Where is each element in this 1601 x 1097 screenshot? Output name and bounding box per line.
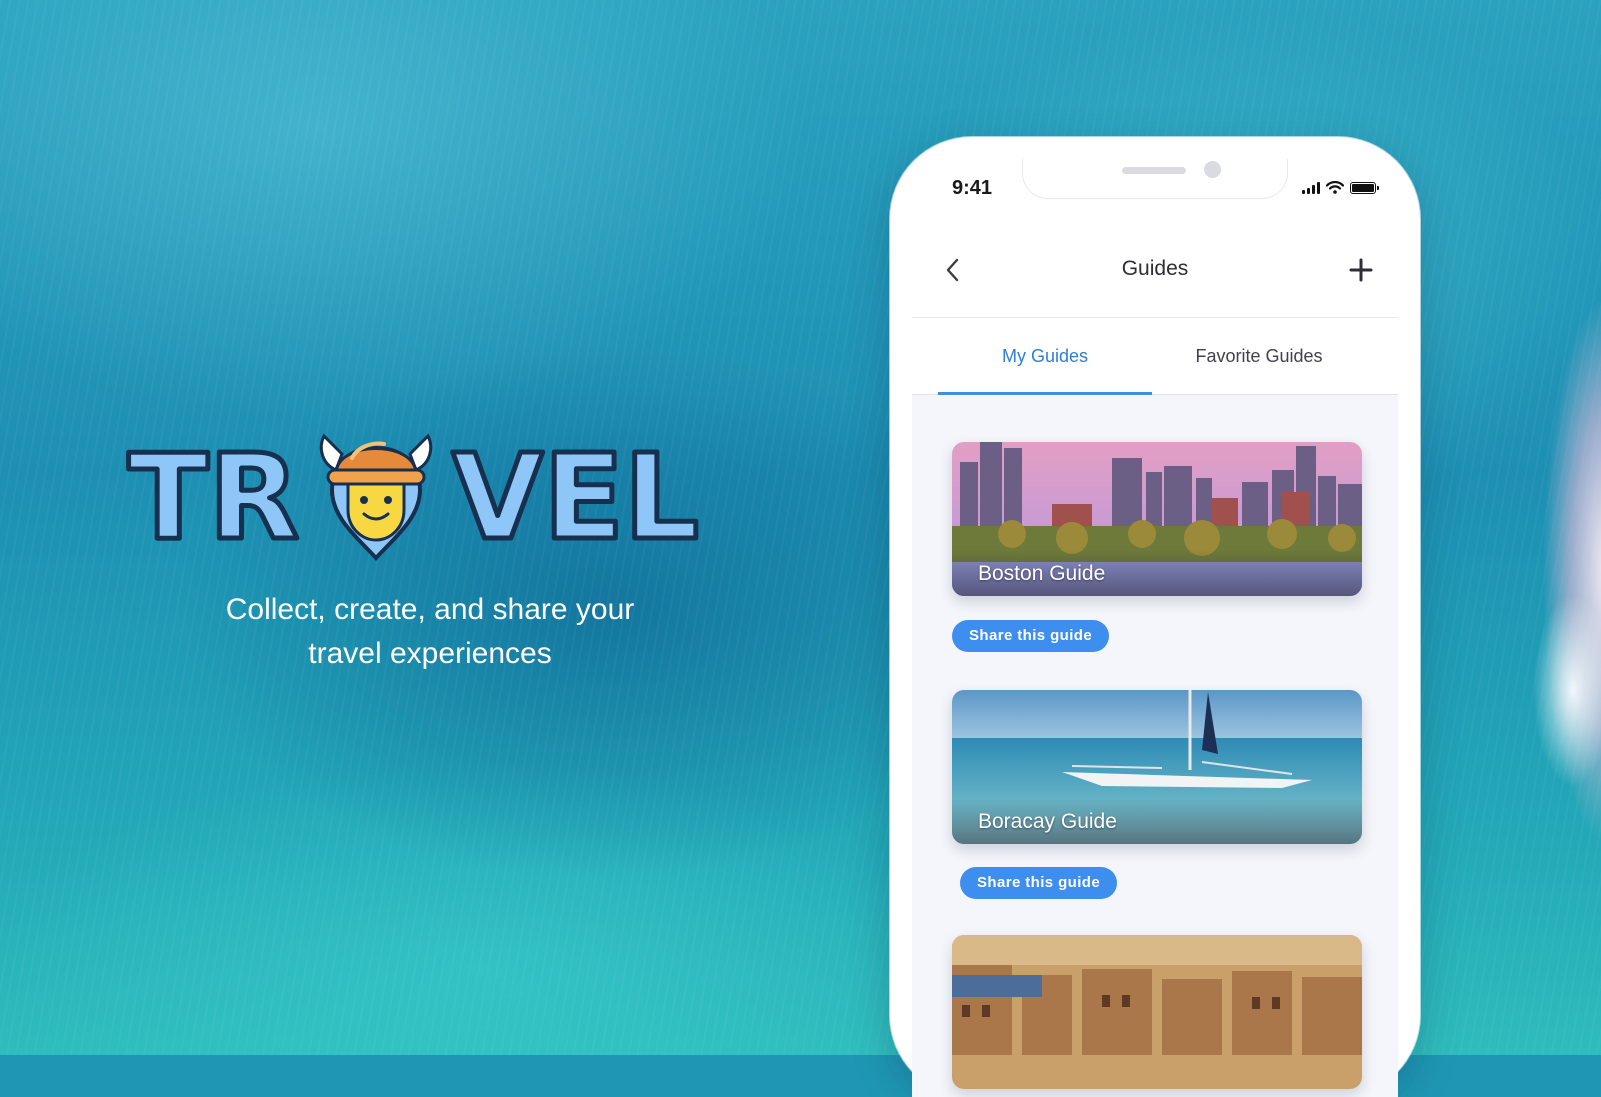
- share-guide-button-boracay[interactable]: Share this guide: [960, 867, 1118, 899]
- wifi-icon: [1326, 181, 1344, 194]
- tagline: Collect, create, and share your travel e…: [170, 588, 690, 676]
- phone-screen: 9:41 Guides My Guides Favorite Guides Bo…: [912, 159, 1398, 1097]
- plus-icon: [1349, 258, 1373, 282]
- guide-card-boston[interactable]: Boston Guide: [952, 442, 1362, 596]
- phone-notch: [1022, 159, 1288, 199]
- front-camera: [1204, 161, 1221, 178]
- logo-letters-right: VEL: [452, 428, 699, 566]
- mascot-icon: [319, 433, 433, 561]
- share-guide-button-boston[interactable]: Share this guide: [952, 620, 1110, 652]
- status-time: 9:41: [952, 177, 993, 199]
- logo-letters-left: TR: [128, 428, 299, 566]
- tagline-line-2: travel experiences: [308, 637, 552, 670]
- guide-card-third[interactable]: [952, 935, 1362, 1089]
- tagline-line-1: Collect, create, and share your: [225, 593, 635, 626]
- nav-bar: Guides: [912, 229, 1398, 318]
- tab-my-guides[interactable]: My Guides: [938, 318, 1152, 394]
- guide-tabs: My Guides Favorite Guides: [912, 318, 1398, 395]
- guide-card-boracay[interactable]: Boracay Guide: [952, 690, 1362, 844]
- guide-title-boston: Boston Guide: [978, 562, 1106, 585]
- travel-logo: TR VEL: [126, 426, 702, 569]
- page-title: Guides: [1121, 257, 1189, 280]
- add-guide-button[interactable]: [1346, 255, 1376, 285]
- old-town-image: [952, 935, 1362, 1089]
- guide-title-boracay: Boracay Guide: [978, 810, 1117, 833]
- battery-icon: [1350, 182, 1379, 194]
- tab-favorite-guides[interactable]: Favorite Guides: [1152, 318, 1366, 394]
- signal-icon: [1302, 182, 1320, 194]
- phone-mockup: 9:41 Guides My Guides Favorite Guides Bo…: [890, 137, 1420, 1097]
- speaker-grille: [1122, 167, 1186, 174]
- active-tab-indicator: [938, 392, 1152, 395]
- status-bar: 9:41: [912, 159, 1398, 229]
